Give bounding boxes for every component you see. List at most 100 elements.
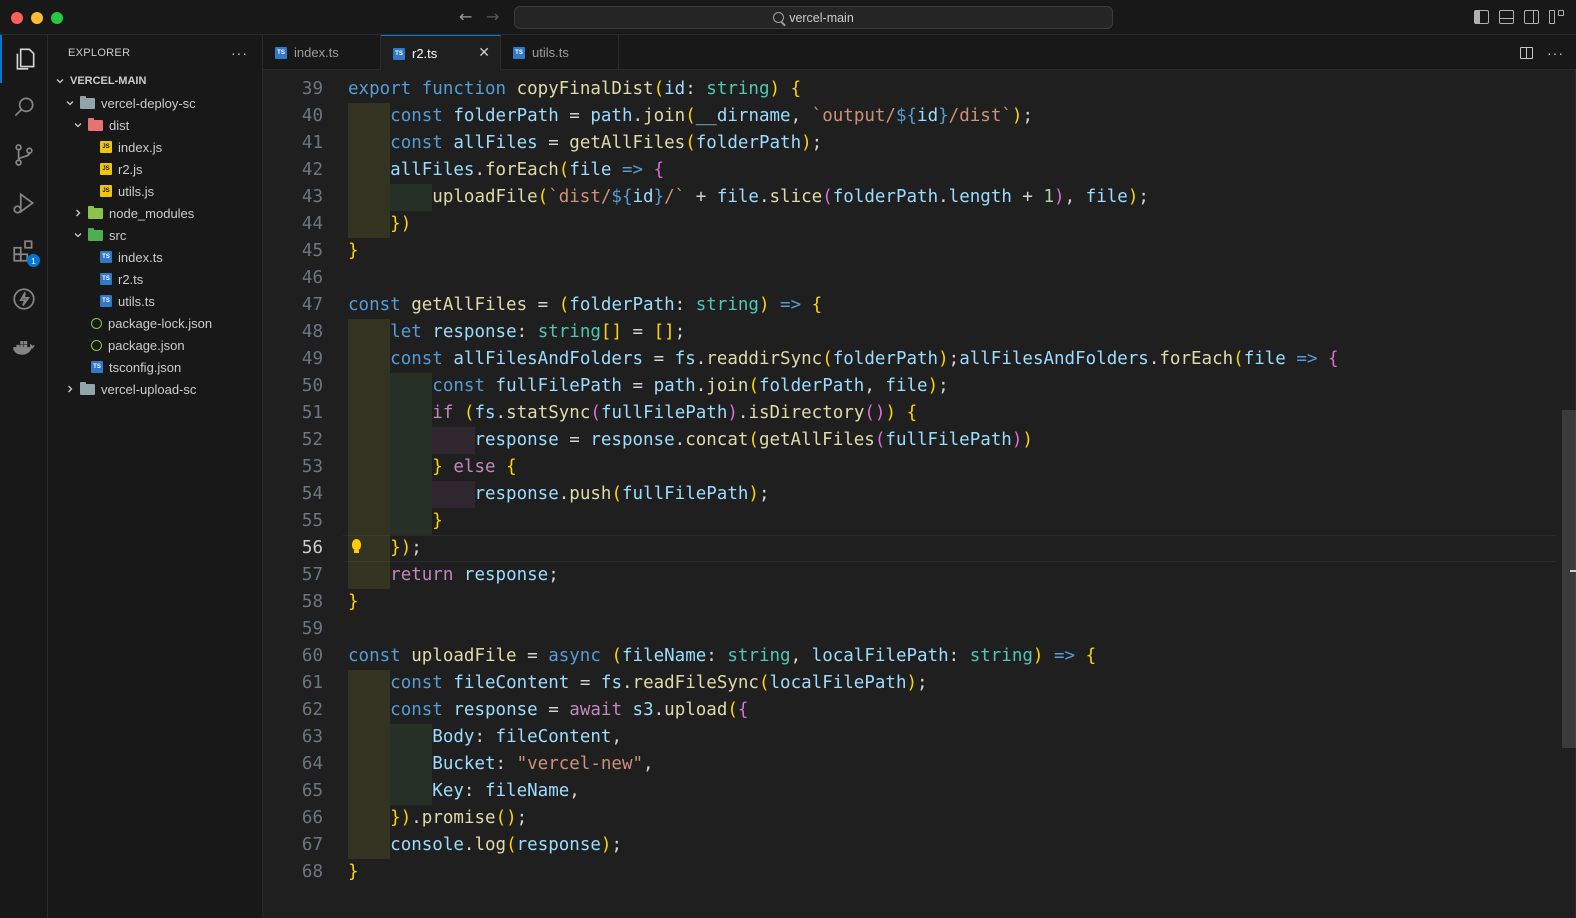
code-line[interactable]: 54 response.push(fullFilePath); (263, 481, 1556, 508)
tab-label: utils.ts (532, 45, 569, 60)
tree-item-vercel-deploy-sc[interactable]: vercel-deploy-sc (48, 92, 262, 114)
code-line[interactable]: 46 (263, 265, 1556, 292)
chevron-down-icon (64, 97, 76, 109)
code-text: return response; (390, 565, 559, 585)
tree-item-src[interactable]: src (48, 224, 262, 246)
tree-item-label: tsconfig.json (109, 359, 182, 375)
code-line[interactable]: 42 allFiles.forEach(file => { (263, 157, 1556, 184)
command-center-search[interactable]: vercel-main (514, 6, 1113, 29)
code-line[interactable]: 49 const allFilesAndFolders = fs.readdir… (263, 346, 1556, 373)
back-arrow-icon[interactable]: ← (459, 7, 472, 26)
toggle-panel-icon[interactable] (1499, 10, 1514, 24)
tab-utils-ts[interactable]: TS utils.ts (501, 35, 619, 70)
code-line[interactable]: 48 let response: string[] = []; (263, 319, 1556, 346)
tree-item-tsconfig-json[interactable]: TS tsconfig.json (48, 356, 262, 378)
code-text: allFiles.forEach(file => { (390, 160, 665, 180)
code-line[interactable]: 61 const fileContent = fs.readFileSync(l… (263, 670, 1556, 697)
code-text: let response: string[] = []; (390, 322, 686, 342)
code-line[interactable]: 64 Bucket: "vercel-new", (263, 751, 1556, 778)
code-line[interactable]: 50 const fullFilePath = path.join(folder… (263, 373, 1556, 400)
code-text: Key: fileName, (432, 781, 580, 801)
tree-item-package-json[interactable]: package.json (48, 334, 262, 356)
code-line[interactable]: 56 }); (263, 535, 1556, 562)
code-line[interactable]: 67 console.log(response); (263, 832, 1556, 859)
code-line[interactable]: 40 const folderPath = path.join(__dirnam… (263, 103, 1556, 130)
code-line[interactable]: 45} (263, 238, 1556, 265)
code-line[interactable]: 53 } else { (263, 454, 1556, 481)
tree-item-r2-js[interactable]: JS r2.js (48, 158, 262, 180)
extensions-icon[interactable]: 1 (0, 227, 48, 275)
customize-layout-icon[interactable] (1549, 10, 1564, 24)
lightning-icon[interactable] (0, 275, 48, 323)
search-icon (773, 12, 785, 23)
code-text: console.log(response); (390, 835, 623, 855)
code-text: export function copyFinalDist(id: string… (348, 79, 802, 99)
code-text: const response = await s3.upload({ (390, 700, 749, 720)
split-editor-icon[interactable] (1520, 47, 1533, 59)
tree-item-label: node_modules (109, 205, 195, 221)
tree-item-dist[interactable]: dist (48, 114, 262, 136)
search-view-icon[interactable] (0, 83, 48, 131)
vertical-scrollbar[interactable] (1562, 410, 1576, 748)
code-text: response.push(fullFilePath); (474, 484, 770, 504)
tree-item-label: index.ts (118, 249, 163, 265)
folder-icon (80, 381, 95, 395)
code-line[interactable]: 52 response = response.concat(getAllFile… (263, 427, 1556, 454)
zoom-window-button[interactable] (51, 12, 63, 24)
line-number: 41 (301, 133, 323, 153)
code-line[interactable]: 51 if (fs.statSync(fullFilePath).isDirec… (263, 400, 1556, 427)
folder-src-icon (88, 227, 103, 241)
more-actions-icon[interactable]: ··· (231, 45, 248, 61)
code-line[interactable]: 58} (263, 589, 1556, 616)
minimize-window-button[interactable] (31, 12, 43, 24)
code-line[interactable]: 57 return response; (263, 562, 1556, 589)
tree-item-label: r2.js (118, 161, 143, 177)
code-line[interactable]: 47 const getAllFiles = (folderPath: strin… (263, 292, 1556, 319)
close-icon[interactable]: ✕ (478, 45, 490, 61)
code-line[interactable]: 44 }) (263, 211, 1556, 238)
tree-item-utils-ts[interactable]: TS utils.ts (48, 290, 262, 312)
ts-file-icon: TS (275, 46, 287, 59)
code-line[interactable]: 63 Body: fileContent, (263, 724, 1556, 751)
code-line[interactable]: 55 } (263, 508, 1556, 535)
tree-item-vercel-upload-sc[interactable]: vercel-upload-sc (48, 378, 262, 400)
code-line[interactable]: 43 uploadFile(`dist/${id}/` + file.slice… (263, 184, 1556, 211)
code-line[interactable]: 41 const allFiles = getAllFiles(folderPa… (263, 130, 1556, 157)
code-line[interactable]: 66 }).promise(); (263, 805, 1556, 832)
more-actions-icon[interactable]: ··· (1547, 45, 1564, 61)
tree-item-node-modules[interactable]: node_modules (48, 202, 262, 224)
line-number: 42 (301, 160, 323, 180)
tree-item-package-lock-json[interactable]: package-lock.json (48, 312, 262, 334)
tab-index-ts[interactable]: TS index.ts (263, 35, 381, 70)
tree-item-index-js[interactable]: JS index.js (48, 136, 262, 158)
tree-item-r2-ts[interactable]: TS r2.ts (48, 268, 262, 290)
docker-icon[interactable] (0, 323, 48, 371)
code-text: if (fs.statSync(fullFilePath).isDirector… (432, 403, 918, 423)
code-editor[interactable]: 39 export function copyFinalDist(id: stri… (263, 70, 1576, 918)
code-line[interactable]: 59 (263, 616, 1556, 643)
layout-controls (1474, 10, 1564, 24)
code-line[interactable]: 39 export function copyFinalDist(id: stri… (263, 76, 1556, 103)
code-line[interactable]: 68} (263, 859, 1556, 886)
json-file-icon (91, 317, 102, 329)
js-file-icon: JS (100, 141, 112, 153)
forward-arrow-icon[interactable]: → (486, 7, 499, 26)
tab-label: index.ts (294, 45, 339, 60)
tree-item-utils-js[interactable]: JS utils.js (48, 180, 262, 202)
workspace-root[interactable]: VERCEL-MAIN (48, 70, 262, 92)
code-line[interactable]: 62 const response = await s3.upload({ (263, 697, 1556, 724)
code-line[interactable]: 60 const uploadFile = async (fileName: st… (263, 643, 1556, 670)
editor-actions: ··· (1520, 45, 1564, 61)
code-line[interactable]: 65 Key: fileName, (263, 778, 1556, 805)
code-text: const allFiles = getAllFiles(folderPath)… (390, 133, 823, 153)
toggle-primary-sidebar-icon[interactable] (1474, 10, 1489, 24)
explorer-icon[interactable] (0, 35, 48, 83)
tree-item-index-ts[interactable]: TS index.ts (48, 246, 262, 268)
close-window-button[interactable] (11, 12, 23, 24)
toggle-secondary-sidebar-icon[interactable] (1524, 10, 1539, 24)
tab-r2-ts[interactable]: TS r2.ts ✕ (381, 35, 501, 71)
line-number: 51 (301, 403, 323, 423)
explorer-sidebar: EXPLORER ··· VERCEL-MAIN vercel-deploy-s… (48, 35, 263, 918)
run-debug-icon[interactable] (0, 179, 48, 227)
source-control-icon[interactable] (0, 131, 48, 179)
